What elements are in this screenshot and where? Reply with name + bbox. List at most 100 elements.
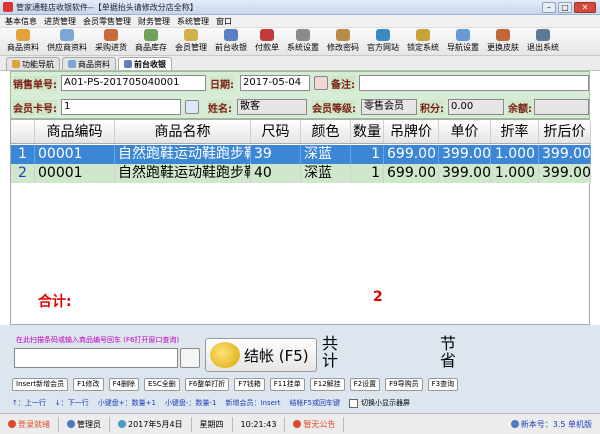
- esc-delete-all-button[interactable]: ESC全删: [144, 377, 180, 391]
- payment-bill-button[interactable]: 付款单: [252, 29, 282, 55]
- column-header-quantity[interactable]: 数量: [351, 120, 384, 143]
- member-search-icon[interactable]: [185, 100, 199, 114]
- column-header-product-code[interactable]: 商品编码: [35, 120, 115, 143]
- official-site-button[interactable]: 官方网站: [364, 29, 402, 55]
- date-field[interactable]: 2017-05-04: [240, 75, 310, 91]
- lock-system-button[interactable]: 锁定系统: [404, 29, 442, 55]
- hint-minus: 小键盘-：数量-1: [164, 399, 217, 407]
- exit-system-icon: [536, 29, 550, 41]
- column-header-size[interactable]: 尺码: [251, 120, 301, 143]
- version-icon: [510, 420, 519, 428]
- f1-edit-button[interactable]: F1修改: [73, 377, 104, 391]
- product-stock-button[interactable]: 商品库存: [132, 29, 170, 55]
- sale-no-field[interactable]: A01-PS-201705040001: [61, 75, 206, 91]
- tab-front-checkout[interactable]: 前台收银: [118, 57, 172, 70]
- menu-purchase[interactable]: 进货管理: [44, 16, 76, 27]
- note-field[interactable]: [359, 75, 589, 91]
- column-header-discounted-price[interactable]: 折后价: [539, 120, 591, 143]
- points-label: 积分:: [420, 100, 444, 115]
- status-time: 10:21:43: [233, 416, 286, 432]
- f7-cash-drawer-button[interactable]: F7钱箱: [234, 377, 265, 391]
- purchase-in-button[interactable]: 采购进货: [92, 29, 130, 55]
- column-header-row-index[interactable]: [11, 120, 35, 143]
- column-header-color[interactable]: 颜色: [301, 120, 351, 143]
- checkout-icon: [124, 60, 132, 68]
- hint-plus: 小键盘+：数量+1: [97, 399, 156, 407]
- coins-icon: [210, 342, 240, 368]
- change-skin-button[interactable]: 更换皮肤: [484, 29, 522, 55]
- menu-member-retail[interactable]: 会员零售管理: [83, 16, 131, 27]
- settle-button[interactable]: 结帐 (F5): [205, 338, 317, 372]
- cell-color: 深蓝: [301, 164, 351, 183]
- cell-product-name: 自然跑鞋运动鞋跑步鞋: [115, 145, 251, 164]
- insert-new-member-button[interactable]: Insert新增会员: [12, 377, 69, 391]
- supplier-info-button[interactable]: 供应商资料: [44, 29, 90, 55]
- table-row[interactable]: 1 00001 自然跑鞋运动鞋跑步鞋 39 深蓝 1 699.00 399.00 1.000 39…: [11, 145, 591, 164]
- f4-delete-button[interactable]: F4删除: [108, 377, 140, 391]
- product-info-icon: [16, 29, 30, 41]
- sale-items-grid: 商品编码 商品名称 尺码 颜色 数量 吊牌价 单价 折率 折后价 1 00001 自然跑鞋运动鞋跑步…: [10, 119, 591, 325]
- cell-quantity: 1: [351, 145, 384, 164]
- tab-navigation[interactable]: 功能导航: [6, 57, 60, 70]
- nav-settings-icon: [456, 29, 470, 41]
- f2-settings-button[interactable]: F2设置: [349, 377, 381, 391]
- cell-discount-rate: 1.000: [491, 145, 539, 164]
- notice-icon: [293, 420, 302, 428]
- navigation-icon: [12, 60, 20, 68]
- member-manage-button[interactable]: 会员管理: [172, 29, 210, 55]
- maximize-icon[interactable]: □: [558, 1, 572, 13]
- shortcut-bar: Insert新增会员 F1修改 F4删除 ESC全删 F6整单打折 F7钱箱 F11挂单 F1…: [0, 375, 600, 393]
- table-row[interactable]: 2 00001 自然跑鞋运动鞋跑步鞋 40 深蓝 1 699.00 399.00 1.000 39…: [11, 164, 591, 183]
- column-header-unit-price[interactable]: 单价: [439, 120, 491, 143]
- close-icon[interactable]: ✕: [574, 1, 596, 13]
- barcode-input[interactable]: [14, 348, 178, 368]
- sale-no-label: 销售单号:: [13, 76, 57, 91]
- product-info-button[interactable]: 商品资料: [4, 29, 42, 55]
- menu-system[interactable]: 系统管理: [177, 16, 209, 27]
- f12-unhold-button[interactable]: F12解挂: [309, 377, 345, 391]
- small-display-toggle[interactable]: 切换小显示器屏: [349, 398, 410, 408]
- nav-settings-button[interactable]: 导航设置: [444, 29, 482, 55]
- column-header-product-name[interactable]: 商品名称: [115, 120, 251, 143]
- cell-discount-rate: 1.000: [491, 164, 539, 183]
- product-stock-icon: [144, 29, 158, 41]
- scan-hint: 在此扫描条码或输入商品编号回车 (F6打开窗口查询): [16, 336, 180, 344]
- checkbox[interactable]: [349, 398, 359, 408]
- tab-product-info[interactable]: 商品资料: [62, 57, 116, 70]
- member-card-field[interactable]: 1: [61, 99, 181, 115]
- system-settings-icon: [296, 29, 310, 41]
- column-header-tag-price[interactable]: 吊牌价: [384, 120, 439, 143]
- status-version: 新本号：3.5 单机版: [503, 417, 600, 432]
- system-settings-button[interactable]: 系统设置: [284, 29, 322, 55]
- supplier-info-icon: [60, 29, 74, 41]
- column-header-discount-rate[interactable]: 折率: [491, 120, 539, 143]
- status-bar: 登录就绪 管理员 2017年5月4日 星期四 10:21:43 暂无公告 新本号…: [0, 413, 600, 434]
- balance-field: [534, 99, 589, 115]
- cell-product-name: 自然跑鞋运动鞋跑步鞋: [115, 164, 251, 183]
- cell-size: 40: [251, 164, 301, 183]
- front-checkout-button[interactable]: 前台收银: [212, 29, 250, 55]
- change-password-button[interactable]: 修改密码: [324, 29, 362, 55]
- status-user: 管理员: [59, 416, 110, 432]
- status-notice: 暂无公告: [285, 416, 345, 432]
- status-weekday: 星期四: [192, 416, 233, 432]
- app-icon: [3, 2, 13, 12]
- f9-salesperson-button[interactable]: F9导购员: [385, 377, 423, 391]
- menu-window[interactable]: 窗口: [216, 16, 232, 27]
- hint-settle: 结帐F5或回车键: [289, 399, 341, 407]
- official-site-icon: [376, 29, 390, 41]
- barcode-search-icon[interactable]: [180, 348, 200, 368]
- f6-discount-button[interactable]: F6整单打折: [184, 377, 230, 391]
- balance-label: 余额:: [508, 100, 532, 115]
- f11-hold-button[interactable]: F11挂单: [269, 377, 305, 391]
- total-quantity: 2: [373, 289, 383, 305]
- change-password-icon: [336, 29, 350, 41]
- sale-header-form: 销售单号: A01-PS-201705040001 日期: 2017-05-04…: [10, 71, 590, 119]
- f3-search-button[interactable]: F3查询: [427, 377, 459, 391]
- minimize-icon[interactable]: –: [542, 1, 556, 13]
- exit-system-button[interactable]: 退出系统: [524, 29, 562, 55]
- menu-basic-info[interactable]: 基本信息: [5, 16, 37, 27]
- menu-finance[interactable]: 财务管理: [138, 16, 170, 27]
- cell-row-index: 2: [11, 164, 35, 183]
- calendar-icon[interactable]: [314, 76, 328, 90]
